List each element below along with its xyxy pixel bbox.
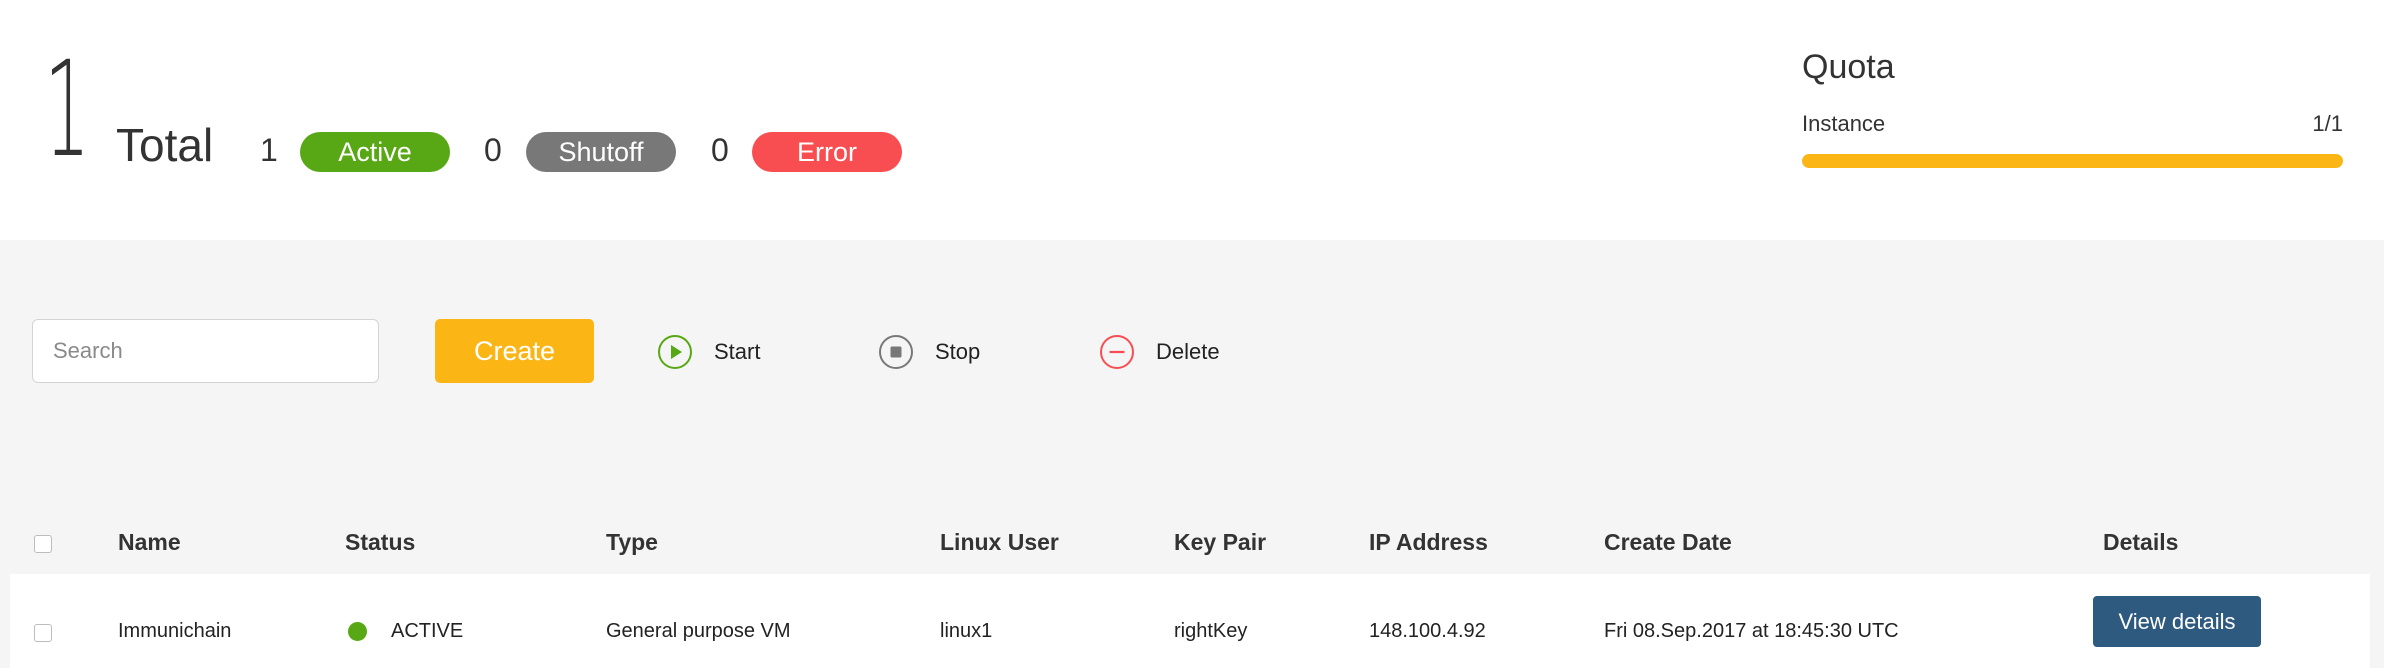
error-count: 0 — [711, 132, 729, 168]
quota-progress-fill — [1802, 154, 2343, 168]
quota-progress-bar — [1802, 154, 2343, 168]
view-details-button[interactable]: View details — [2093, 596, 2261, 647]
column-header-details: Details — [2103, 529, 2179, 555]
stop-label: Stop — [935, 339, 981, 364]
cell-name: Immunichain — [118, 620, 232, 642]
minus-circle-icon — [1100, 335, 1134, 369]
quota-instance-label: Instance — [1802, 111, 1886, 136]
row-checkbox[interactable] — [34, 624, 52, 642]
cell-type: General purpose VM — [606, 620, 791, 642]
column-header-linux-user[interactable]: Linux User — [940, 529, 1059, 556]
play-circle-icon — [658, 335, 692, 369]
stop-circle-icon — [879, 335, 913, 369]
stop-action[interactable]: Stop — [878, 334, 980, 370]
shutoff-badge: Shutoff — [526, 132, 676, 172]
start-action[interactable]: Start — [657, 334, 760, 370]
delete-action[interactable]: Delete — [1099, 334, 1220, 370]
active-count: 1 — [260, 132, 278, 168]
cell-linux-user: linux1 — [940, 620, 993, 642]
column-header-name[interactable]: Name — [118, 529, 181, 556]
column-header-create-date[interactable]: Create Date — [1604, 529, 1732, 556]
quota-title: Quota — [1802, 48, 1895, 86]
status-active-dot — [348, 622, 367, 641]
create-button[interactable]: Create — [435, 319, 594, 383]
column-header-key-pair[interactable]: Key Pair — [1174, 529, 1266, 556]
cell-create-date: Fri 08.Sep.2017 at 18:45:30 UTC — [1604, 620, 1899, 642]
column-header-type[interactable]: Type — [606, 529, 658, 556]
search-input[interactable] — [32, 319, 379, 383]
active-badge: Active — [300, 132, 450, 172]
cell-status: ACTIVE — [391, 620, 464, 642]
quota-instance-value: 1/1 — [2312, 111, 2343, 136]
start-label: Start — [714, 339, 761, 364]
column-header-status[interactable]: Status — [345, 529, 415, 556]
cell-ip-address: 148.100.4.92 — [1369, 620, 1486, 642]
summary-panel: 1 Total 1 Active 0 Shutoff 0 Error Quota… — [0, 0, 2384, 240]
cell-key-pair: rightKey — [1174, 620, 1248, 642]
error-badge: Error — [752, 132, 902, 172]
column-header-ip-address[interactable]: IP Address — [1369, 529, 1488, 556]
shutoff-count: 0 — [484, 132, 502, 168]
total-count: 1 — [44, 33, 91, 187]
total-label: Total — [116, 119, 214, 171]
select-all-checkbox[interactable] — [34, 535, 52, 553]
delete-label: Delete — [1156, 339, 1220, 364]
